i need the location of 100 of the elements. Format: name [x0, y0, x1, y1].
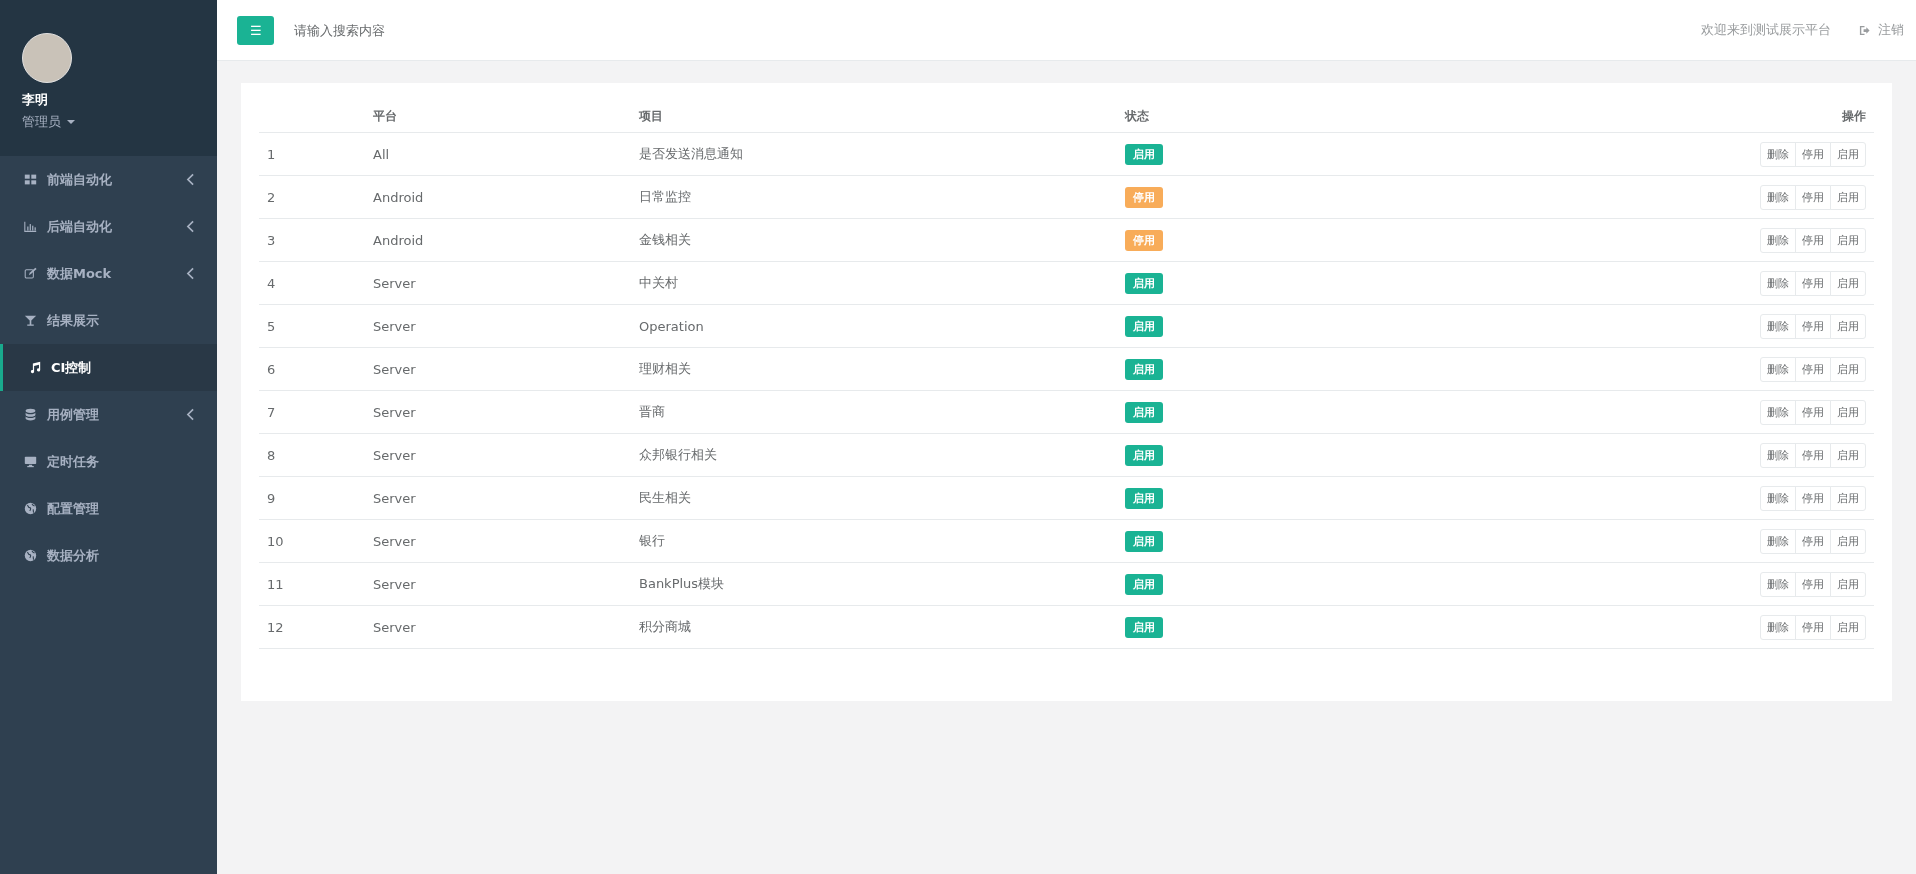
action-button[interactable]: 启用: [1830, 442, 1866, 468]
action-button[interactable]: 停用: [1795, 313, 1831, 339]
action-button[interactable]: 删除: [1760, 313, 1796, 339]
action-button[interactable]: 删除: [1760, 528, 1796, 554]
table-cell: 9: [259, 476, 365, 520]
table-cell: 11: [259, 562, 365, 606]
table-cell: 金钱相关: [631, 218, 1117, 262]
status-badge: 启用: [1125, 487, 1163, 509]
status-badge: 停用: [1125, 229, 1163, 251]
column-header: 项目: [631, 101, 1117, 133]
menu-item-icon: [24, 220, 37, 233]
sidebar-item[interactable]: CI控制: [0, 344, 217, 391]
sidebar-item[interactable]: 结果展示: [0, 297, 217, 344]
sidebar-item[interactable]: 数据分析: [0, 532, 217, 579]
action-button[interactable]: 删除: [1760, 141, 1796, 167]
logout-icon: [1859, 24, 1870, 36]
sidebar-item[interactable]: 后端自动化: [0, 203, 217, 250]
table-cell: 7: [259, 390, 365, 434]
status-badge: 启用: [1125, 143, 1163, 165]
action-button[interactable]: 启用: [1830, 184, 1866, 210]
table-cell: 积分商城: [631, 605, 1117, 649]
status-badge: 启用: [1125, 358, 1163, 380]
action-button[interactable]: 删除: [1760, 485, 1796, 511]
action-button[interactable]: 启用: [1830, 485, 1866, 511]
menu-item-icon: [24, 267, 37, 280]
action-button[interactable]: 启用: [1830, 313, 1866, 339]
sidebar-item[interactable]: 数据Mock: [0, 250, 217, 297]
table-cell: 日常监控: [631, 175, 1117, 219]
action-button[interactable]: 删除: [1760, 442, 1796, 468]
menu-item-icon: [24, 455, 37, 468]
action-button[interactable]: 停用: [1795, 485, 1831, 511]
action-button[interactable]: 删除: [1760, 614, 1796, 640]
table-cell: 是否发送消息通知: [631, 132, 1117, 176]
menu-item-icon: [24, 173, 37, 186]
table-cell: 6: [259, 347, 365, 391]
action-button[interactable]: 停用: [1795, 614, 1831, 640]
table-cell: Server: [365, 261, 631, 305]
status-badge: 启用: [1125, 530, 1163, 552]
sidebar-item[interactable]: 配置管理: [0, 485, 217, 532]
action-button[interactable]: 启用: [1830, 356, 1866, 382]
table-cell: Android: [365, 175, 631, 219]
sidebar-item[interactable]: 前端自动化: [0, 156, 217, 203]
action-button[interactable]: 启用: [1830, 227, 1866, 253]
menu-item-icon: [24, 549, 37, 562]
action-button[interactable]: 启用: [1830, 614, 1866, 640]
table-cell: 理财相关: [631, 347, 1117, 391]
table-cell: Server: [365, 562, 631, 606]
column-header: 状态: [1117, 101, 1351, 133]
status-badge: 停用: [1125, 186, 1163, 208]
table-cell: Server: [365, 605, 631, 649]
user-name: 李明: [22, 91, 49, 109]
table-cell: 3: [259, 218, 365, 262]
sidebar-item[interactable]: 用例管理: [0, 391, 217, 438]
action-button[interactable]: 删除: [1760, 184, 1796, 210]
table-cell: 8: [259, 433, 365, 477]
action-button[interactable]: 停用: [1795, 528, 1831, 554]
action-button[interactable]: 删除: [1760, 227, 1796, 253]
column-header: 平台: [365, 101, 631, 133]
status-badge: 启用: [1125, 573, 1163, 595]
action-button[interactable]: 删除: [1760, 571, 1796, 597]
avatar: [22, 33, 72, 83]
welcome-text: 欢迎来到测试展示平台: [1701, 21, 1831, 39]
sidebar-item[interactable]: 定时任务: [0, 438, 217, 485]
action-button[interactable]: 停用: [1795, 442, 1831, 468]
user-role[interactable]: 管理员: [22, 113, 61, 131]
table-cell: Android: [365, 218, 631, 262]
action-button[interactable]: 启用: [1830, 528, 1866, 554]
status-badge: 启用: [1125, 272, 1163, 294]
action-button[interactable]: 删除: [1760, 399, 1796, 425]
table-cell: 中关村: [631, 261, 1117, 305]
action-button[interactable]: 启用: [1830, 571, 1866, 597]
table-cell: 12: [259, 605, 365, 649]
action-button[interactable]: 删除: [1760, 270, 1796, 296]
table-cell: 4: [259, 261, 365, 305]
action-button[interactable]: 停用: [1795, 227, 1831, 253]
action-button[interactable]: 启用: [1830, 141, 1866, 167]
action-button[interactable]: 删除: [1760, 356, 1796, 382]
table-cell: Server: [365, 390, 631, 434]
caret-icon[interactable]: [67, 120, 75, 124]
table-cell: 2: [259, 175, 365, 219]
action-button[interactable]: 停用: [1795, 571, 1831, 597]
table-cell: Operation: [631, 304, 1117, 348]
action-button[interactable]: 启用: [1830, 399, 1866, 425]
table-cell: 众邦银行相关: [631, 433, 1117, 477]
table-cell: Server: [365, 519, 631, 563]
action-button[interactable]: 停用: [1795, 184, 1831, 210]
action-button[interactable]: 停用: [1795, 141, 1831, 167]
action-button[interactable]: 停用: [1795, 356, 1831, 382]
action-button[interactable]: 启用: [1830, 270, 1866, 296]
action-button[interactable]: 停用: [1795, 270, 1831, 296]
table-cell: 10: [259, 519, 365, 563]
menu-item-icon: [24, 408, 37, 421]
status-badge: 启用: [1125, 616, 1163, 638]
menu-item-icon: [24, 314, 37, 327]
status-badge: 启用: [1125, 444, 1163, 466]
menu-item-icon: [24, 502, 37, 515]
status-badge: 启用: [1125, 401, 1163, 423]
action-button[interactable]: 停用: [1795, 399, 1831, 425]
table-cell: 5: [259, 304, 365, 348]
table-cell: Server: [365, 433, 631, 477]
